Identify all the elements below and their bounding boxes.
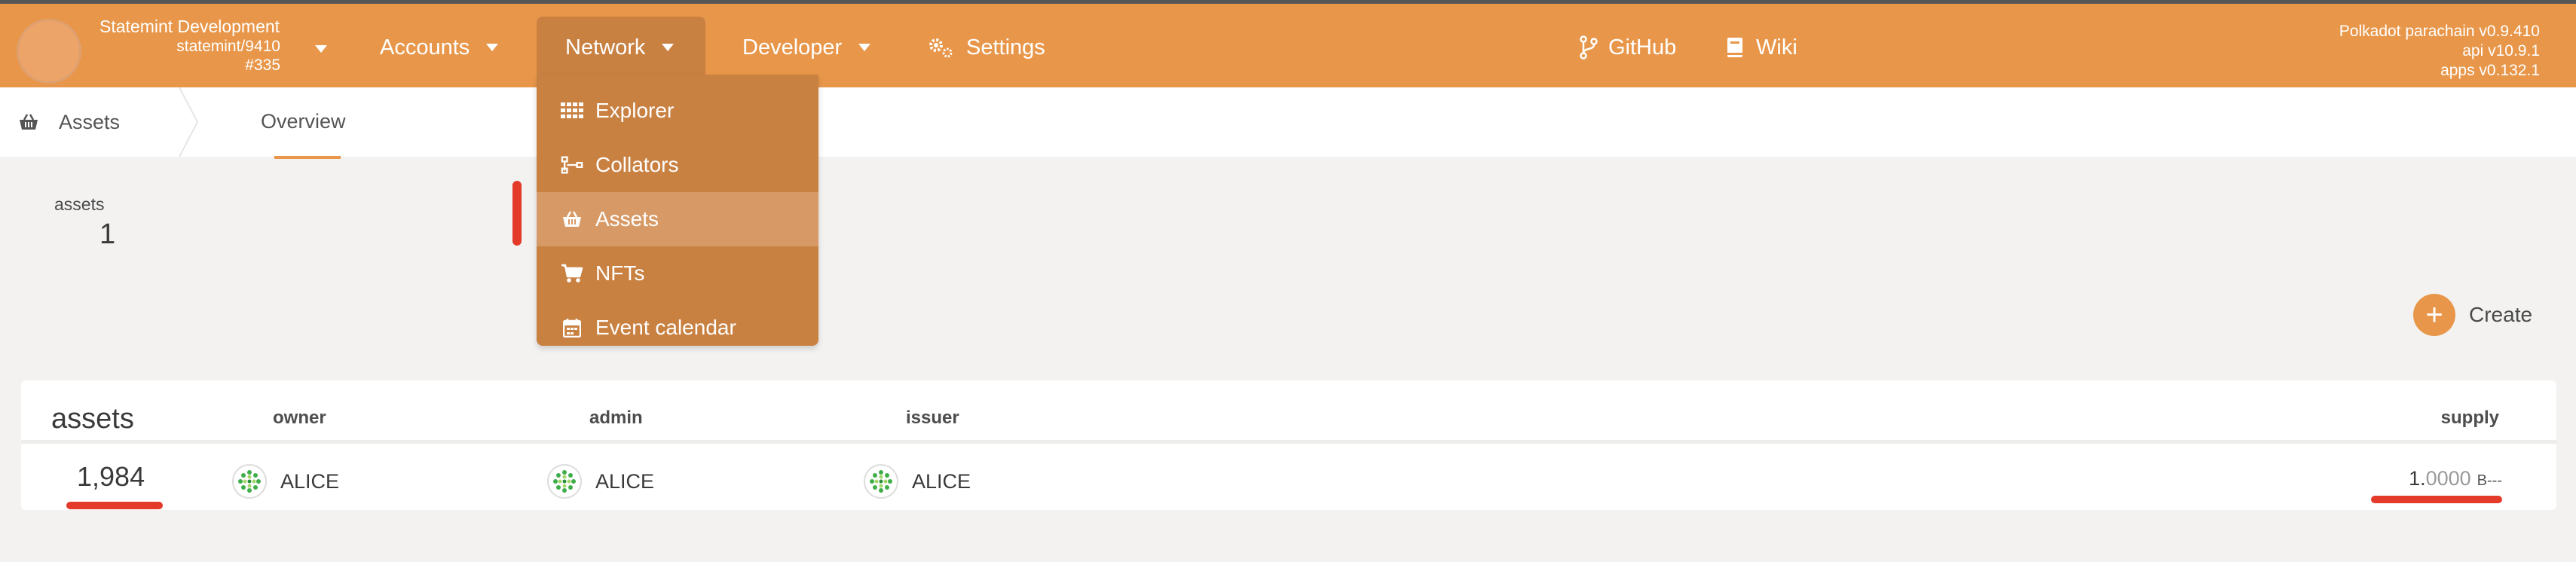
annotation-underline (2371, 496, 2502, 503)
annotation-underline (66, 502, 163, 509)
api-version: api v10.9.1 (2462, 42, 2540, 60)
menu-item-label: NFTs (595, 261, 645, 285)
cart-icon (561, 262, 583, 285)
node-version: Polkadot parachain v0.9.410 (2339, 23, 2540, 40)
menu-item-label: Collators (595, 153, 679, 176)
supply-value: 1.0000 B--- (2409, 467, 2502, 490)
identicon-icon (232, 464, 267, 499)
nav-developer-label: Developer (742, 35, 843, 60)
nav-accounts[interactable]: Accounts (380, 17, 499, 78)
top-bar: Statemint Development statemint/9410 #33… (0, 0, 2576, 87)
supply-decimals: 0000 (2425, 467, 2471, 490)
owner-address[interactable]: ALICE (232, 464, 339, 499)
nav-accounts-label: Accounts (380, 35, 470, 60)
plus-icon: + (2413, 294, 2455, 336)
column-header-issuer: issuer (906, 408, 959, 428)
chain-spec: statemint/9410 (176, 38, 280, 55)
breadcrumb-section: Assets (59, 110, 121, 133)
chain-logo[interactable] (17, 19, 81, 84)
menu-item-nfts[interactable]: NFTs (537, 246, 818, 301)
issuer-name: ALICE (912, 469, 971, 493)
sub-navigation: Assets Overview (0, 87, 2576, 159)
annotation-mark (512, 181, 522, 246)
supply-unit: B--- (2477, 472, 2502, 489)
network-dropdown-menu: Explorer Collators Assets NFTs Event cal… (537, 75, 818, 346)
grid-icon (561, 99, 583, 122)
basket-icon (561, 208, 583, 231)
calendar-icon (561, 316, 583, 339)
create-button[interactable]: + Create (2413, 294, 2532, 336)
owner-name: ALICE (280, 469, 340, 493)
assets-table: assets owner admin issuer supply 1,984 A… (21, 380, 2556, 510)
column-header-admin: admin (589, 408, 643, 428)
identicon-icon (864, 464, 898, 499)
chevron-down-icon (662, 44, 675, 51)
nav-network-label: Network (565, 35, 646, 60)
menu-item-label: Event calendar (595, 316, 736, 339)
nav-wiki[interactable]: Wiki (1726, 17, 1797, 78)
table-row: 1,984 ALICE ALICE ALICE 1.0000 B--- (21, 447, 2556, 510)
admin-address[interactable]: ALICE (547, 464, 654, 499)
version-info: Polkadot parachain v0.9.410 api v10.9.1 … (2339, 22, 2540, 81)
supply-integer: 1. (2409, 467, 2426, 490)
nav-network[interactable]: Network (537, 17, 705, 78)
block-number: #335 (245, 57, 280, 74)
nav-settings-label: Settings (966, 35, 1045, 60)
identicon-icon (547, 464, 582, 499)
tab-overview[interactable]: Overview (261, 110, 346, 133)
active-tab-indicator (274, 156, 341, 159)
chevron-down-icon (486, 44, 499, 51)
code-branch-icon (1580, 35, 1598, 60)
nav-github[interactable]: GitHub (1580, 17, 1676, 78)
create-label: Create (2469, 303, 2533, 326)
column-header-assets: assets (51, 403, 134, 435)
breadcrumb-divider (179, 87, 199, 157)
asset-id: 1,984 (77, 461, 145, 492)
menu-item-explorer[interactable]: Explorer (537, 84, 818, 138)
menu-item-collators[interactable]: Collators (537, 138, 818, 192)
menu-item-event-calendar[interactable]: Event calendar (537, 301, 818, 355)
nav-wiki-label: Wiki (1756, 35, 1797, 60)
column-header-owner: owner (273, 408, 326, 428)
book-icon (1727, 38, 1742, 57)
apps-version: apps v0.132.1 (2440, 62, 2540, 79)
basket-icon (20, 114, 38, 130)
column-header-supply: supply (2440, 408, 2499, 428)
nav-settings[interactable]: Settings (927, 17, 1045, 78)
issuer-address[interactable]: ALICE (864, 464, 971, 499)
nav-developer[interactable]: Developer (742, 17, 871, 78)
chevron-down-icon[interactable] (315, 45, 327, 53)
table-header: assets owner admin issuer supply (21, 380, 2556, 444)
menu-item-label: Explorer (595, 99, 675, 122)
menu-item-label: Assets (595, 207, 659, 231)
chain-name: Statemint Development (99, 17, 280, 36)
breadcrumb: Assets (18, 87, 120, 157)
chain-selector[interactable]: Statemint Development statemint/9410 #33… (99, 17, 280, 75)
summary-label: assets (54, 194, 105, 214)
summary-value: 1 (99, 218, 116, 250)
menu-item-assets[interactable]: Assets (537, 192, 818, 246)
nav-github-label: GitHub (1608, 35, 1677, 60)
admin-name: ALICE (595, 469, 655, 493)
network-icon (561, 154, 583, 176)
chevron-down-icon (858, 44, 871, 51)
gears-icon (929, 38, 953, 58)
